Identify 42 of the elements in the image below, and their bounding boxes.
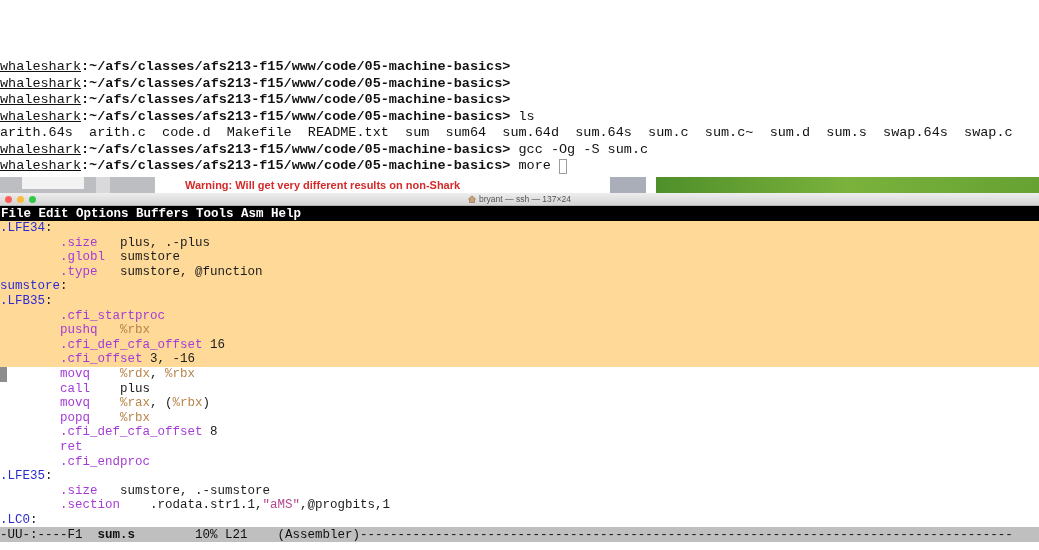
minimize-icon[interactable] — [17, 195, 24, 203]
terminal-output: arith.64s arith.c code.d Makefile README.txt sum sum64 sum.64d sum.64s sum.c sum.c~ sum.d sum.s swap.64s swap.c — [0, 125, 1013, 142]
terminal-line: whaleshark:~/afs/classes/afs213-f15/www/code/05-machine-basics> gcc -Og -S sum.c — [0, 141, 649, 158]
code-line: sumstore: — [0, 279, 68, 294]
terminal-line: whaleshark:~/afs/classes/afs213-f15/www/code/05-machine-basics> more — [0, 158, 551, 175]
window-title: bryant — ssh — 137×24 — [479, 194, 571, 204]
code-line: .size sumstore, .-sumstore — [60, 483, 271, 499]
menu-item[interactable]: Options — [76, 206, 129, 221]
code-line: call plus — [60, 381, 151, 397]
mode-line-text: -UU-:----F1 sum.s 10% L21 (Assembler)--------------------------------------------------------------------------------------- — [0, 527, 1013, 542]
code-line: pushq %rbx — [60, 323, 151, 338]
menu-item[interactable]: Edit — [38, 206, 69, 221]
menu-item[interactable]: Buffers — [136, 206, 189, 221]
code-line: .LFB35: — [0, 293, 53, 309]
zoom-icon[interactable] — [29, 195, 36, 203]
code-line: popq %rbx — [60, 410, 151, 426]
code-line: ret — [60, 439, 83, 455]
terminal-line: whaleshark:~/afs/classes/afs213-f15/www/code/05-machine-basics> — [0, 75, 511, 92]
home-icon — [468, 195, 477, 203]
code-line: .cfi_startproc — [60, 308, 166, 324]
close-icon[interactable] — [5, 195, 12, 203]
code-line: .LFE34: — [0, 221, 53, 236]
menu-item[interactable]: File — [1, 206, 31, 221]
code-line: .section .rodata.str1.1,"aMS",@progbits,1 — [60, 498, 391, 513]
terminal-line: whaleshark:~/afs/classes/afs213-f15/www/code/05-machine-basics> — [0, 59, 511, 76]
menu-item[interactable]: Tools — [196, 206, 234, 221]
menu-item[interactable]: Asm — [241, 206, 264, 221]
code-line: .cfi_def_cfa_offset 8 — [60, 425, 218, 440]
code-line: .cfi_def_cfa_offset 16 — [60, 337, 226, 353]
code-line: movq %rax, (%rbx) — [60, 396, 211, 411]
code-line: .LFE35: — [0, 469, 53, 484]
code-line: .globl sumstore — [60, 250, 181, 265]
code-line: .size plus, .-plus — [60, 235, 211, 251]
code-line: .LC0: — [0, 512, 38, 528]
terminal-line: whaleshark:~/afs/classes/afs213-f15/www/code/05-machine-basics> — [0, 92, 511, 109]
code-line: movq %rdx, %rbx — [60, 366, 196, 382]
code-line: .cfi_offset 3, -16 — [60, 352, 196, 367]
warning-text: Warning: Will get very different results on non-Shark — [185, 179, 461, 191]
code-line: .type sumstore, @function — [60, 264, 263, 280]
terminal-line: whaleshark:~/afs/classes/afs213-f15/www/code/05-machine-basics> ls — [0, 108, 535, 125]
code-line: .cfi_endproc — [60, 454, 150, 470]
menu-item[interactable]: Help — [271, 206, 302, 221]
